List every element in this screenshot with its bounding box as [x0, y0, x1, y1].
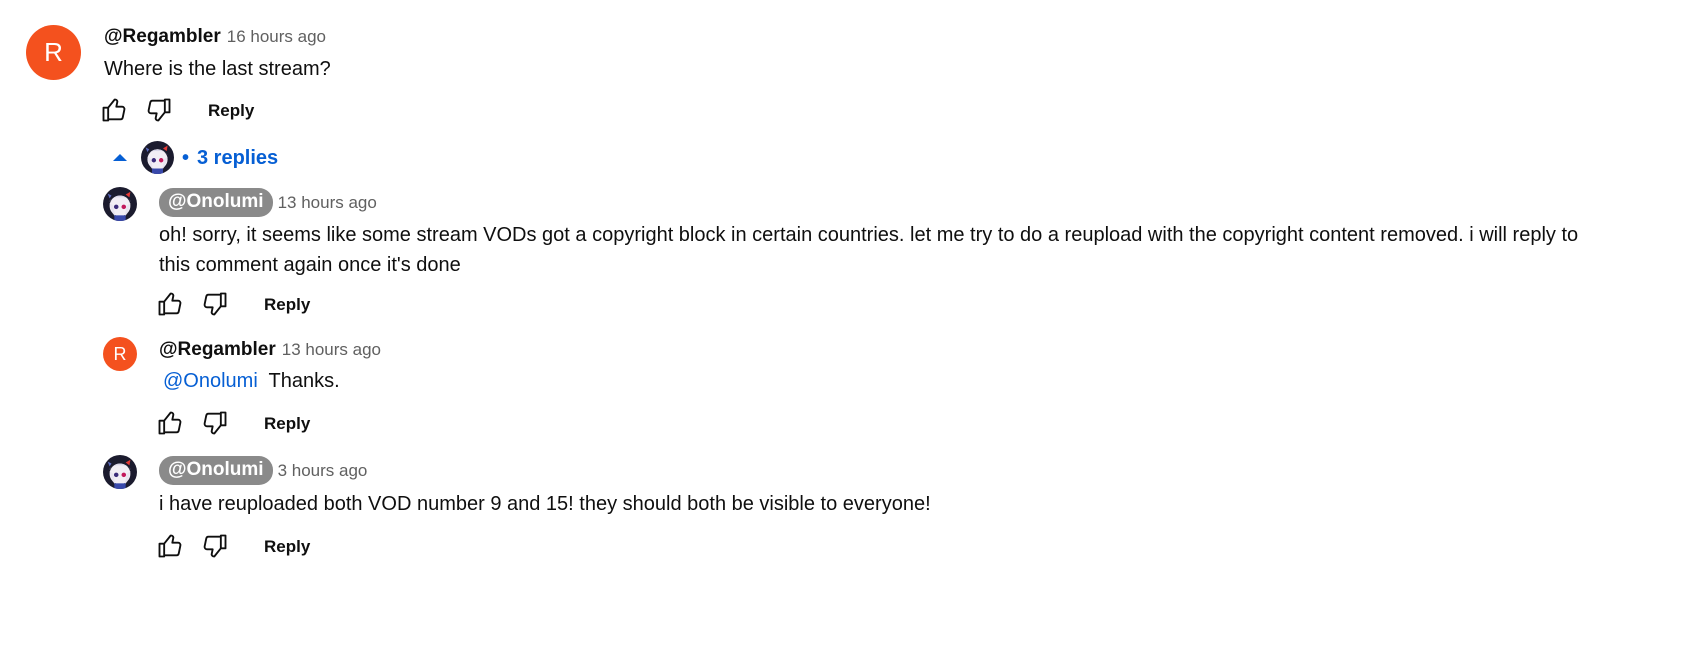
- reply-text: i have reuploaded both VOD number 9 and …: [159, 493, 931, 515]
- reply-button[interactable]: Reply: [264, 295, 310, 315]
- reply-author[interactable]: @Regambler: [159, 339, 276, 361]
- replier-avatar: [141, 141, 174, 174]
- reply-timestamp[interactable]: 3 hours ago: [278, 461, 368, 481]
- avatar[interactable]: [103, 187, 137, 221]
- comment-timestamp[interactable]: 16 hours ago: [227, 27, 326, 47]
- reply-button[interactable]: Reply: [264, 414, 310, 434]
- comment-header: @Regambler 16 hours ago: [104, 26, 326, 48]
- reply-button[interactable]: Reply: [264, 537, 310, 557]
- reply-header: @Regambler 13 hours ago: [159, 339, 381, 361]
- avatar[interactable]: R: [103, 337, 137, 371]
- like-icon[interactable]: [100, 96, 128, 124]
- chevron-up-icon: [112, 151, 128, 163]
- like-icon[interactable]: [156, 532, 184, 560]
- avatar-letter: R: [113, 343, 127, 364]
- replies-bullet: •: [182, 147, 190, 169]
- dislike-icon[interactable]: [201, 290, 229, 318]
- reply-header: @Onolumi 3 hours ago: [159, 456, 367, 485]
- avatar-letter: R: [44, 37, 63, 67]
- reply-timestamp[interactable]: 13 hours ago: [278, 193, 377, 213]
- like-icon[interactable]: [156, 290, 184, 318]
- like-icon[interactable]: [156, 409, 184, 437]
- replies-toggle[interactable]: • 3 replies: [110, 140, 280, 176]
- reply-text: oh! sorry, it seems like some stream VOD…: [159, 220, 1579, 280]
- reply-header: @Onolumi 13 hours ago: [159, 188, 377, 217]
- reply-button[interactable]: Reply: [208, 101, 254, 121]
- reply-text-content: Thanks.: [268, 370, 340, 392]
- dislike-icon[interactable]: [201, 409, 229, 437]
- dislike-icon[interactable]: [145, 96, 173, 124]
- mention-link[interactable]: @Onolumi: [163, 370, 258, 392]
- replies-count-link[interactable]: 3 replies: [197, 147, 278, 170]
- creator-author-chip[interactable]: @Onolumi: [159, 456, 273, 485]
- comment-text: Where is the last stream?: [104, 58, 331, 80]
- creator-author-chip[interactable]: @Onolumi: [159, 188, 273, 217]
- dislike-icon[interactable]: [201, 532, 229, 560]
- avatar[interactable]: R: [26, 25, 81, 80]
- comment-author[interactable]: @Regambler: [104, 26, 221, 48]
- reply-timestamp[interactable]: 13 hours ago: [282, 340, 381, 360]
- reply-text: @Onolumi Thanks.: [163, 366, 340, 396]
- reply-text-line: this comment again once it's done: [159, 254, 461, 276]
- avatar[interactable]: [103, 455, 137, 489]
- reply-text-line: oh! sorry, it seems like some stream VOD…: [159, 224, 1579, 246]
